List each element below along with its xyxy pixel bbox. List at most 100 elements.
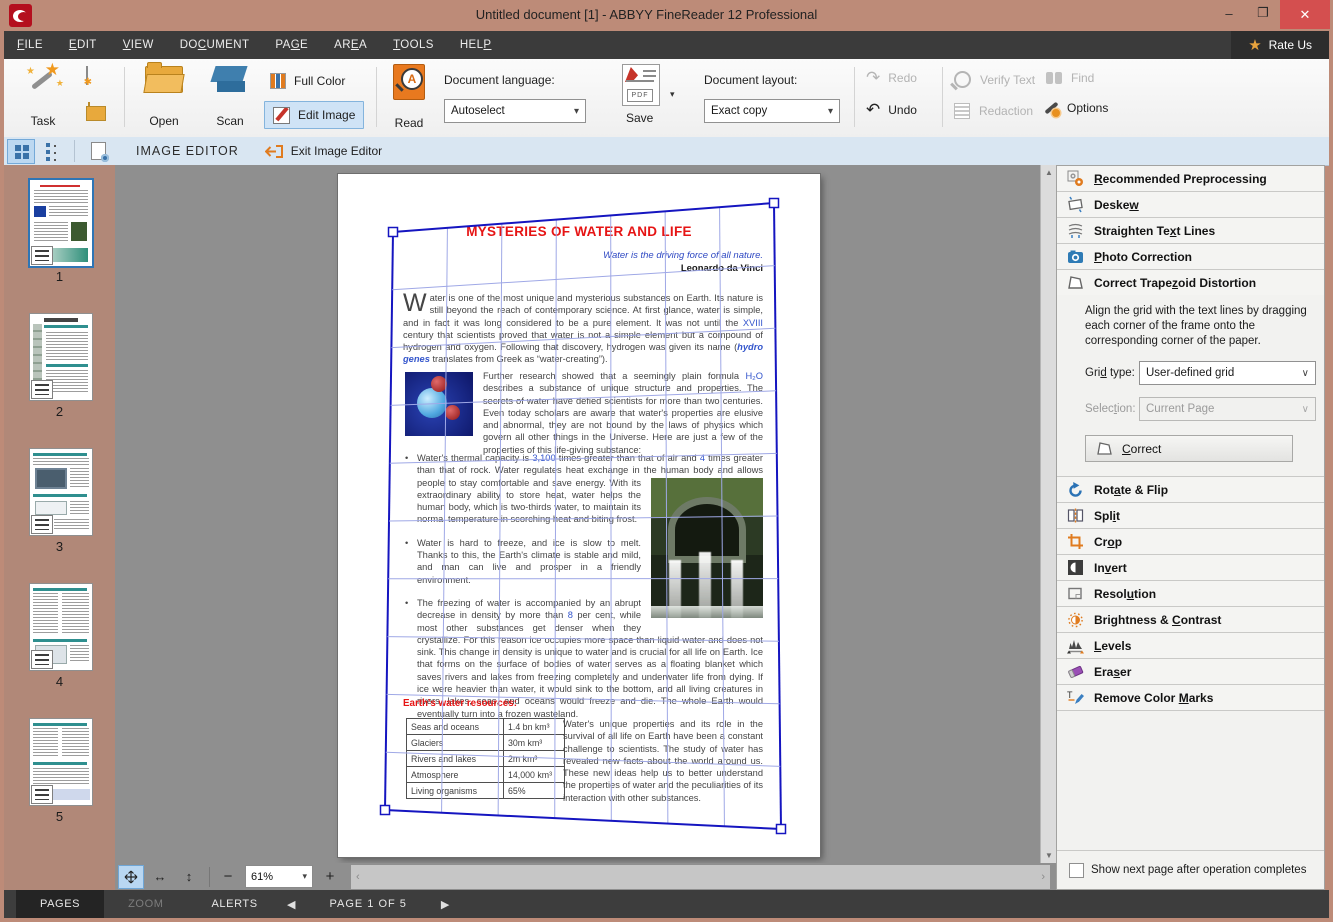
tool-correct-trapezoid-distortion[interactable]: Correct Trapezoid Distortion — [1057, 270, 1324, 295]
fit-page-button[interactable] — [118, 865, 144, 889]
fit-width-icon: ↔ — [154, 869, 167, 884]
grid-type-select[interactable]: User-defined grid ∨ — [1139, 361, 1316, 385]
tool-rotate-flip[interactable]: Rotate & Flip — [1057, 477, 1324, 503]
scroll-right-icon[interactable]: › — [1041, 871, 1045, 883]
detail-view-button[interactable] — [38, 139, 66, 164]
tool-invert[interactable]: Invert — [1057, 555, 1324, 581]
abbyy-logo-icon — [9, 4, 32, 27]
zoom-level-value: 61% — [251, 871, 273, 883]
page-properties-button[interactable] — [84, 139, 112, 164]
thumbnail-view-button[interactable] — [7, 139, 35, 164]
new-page-button[interactable] — [86, 67, 88, 85]
menu-help[interactable]: HELP — [447, 31, 505, 59]
svg-text:T: T — [1067, 690, 1073, 700]
split-icon — [1066, 507, 1084, 525]
tool-deskew[interactable]: Deskew — [1057, 192, 1324, 218]
menu-edit[interactable]: EDIT — [56, 31, 110, 59]
show-next-page-label: Show next page after operation completes — [1091, 864, 1306, 876]
full-color-button[interactable]: Full Color — [264, 69, 351, 93]
tool-resolution[interactable]: Resolution — [1057, 581, 1324, 607]
tab-pages[interactable]: PAGES — [16, 890, 104, 918]
save-dropdown-arrow[interactable]: ▾ — [670, 89, 675, 100]
document-horizontal-scrollbar[interactable]: ‹ › — [351, 865, 1050, 889]
grid-corner-handle[interactable] — [770, 199, 779, 208]
grid-corner-handle[interactable] — [777, 825, 786, 834]
document-vertical-scrollbar[interactable]: ▲ ▼ — [1040, 165, 1057, 863]
show-next-page-option[interactable]: Show next page after operation completes — [1057, 850, 1324, 889]
maximize-button[interactable]: ❐ — [1246, 0, 1280, 26]
redaction-button[interactable]: Redaction — [954, 103, 1033, 119]
undo-button[interactable]: ↶ Undo — [866, 101, 917, 118]
tool-remove-color-marks[interactable]: T Remove Color Marks — [1057, 685, 1324, 711]
zoom-level-select[interactable]: 61% ▾ — [245, 865, 313, 888]
tab-alerts[interactable]: ALERTS — [188, 890, 282, 918]
tool-recommended-preprocessing[interactable]: Recommended Preprocessing — [1057, 166, 1324, 192]
redo-button[interactable]: ↷ Redo — [866, 69, 917, 86]
menu-document[interactable]: DOCUMENT — [167, 31, 263, 59]
image-editor-tools-panel: Recommended Preprocessing Deskew Straigh… — [1056, 165, 1325, 890]
zoom-in-button[interactable]: + — [319, 866, 341, 888]
minimize-button[interactable]: – — [1212, 0, 1246, 26]
fit-height-button[interactable]: ↕ — [176, 865, 202, 889]
page-gear-icon — [91, 142, 106, 160]
menu-page[interactable]: PAGE — [262, 31, 321, 59]
read-button[interactable]: A Read — [386, 64, 432, 130]
rate-us-button[interactable]: ★ Rate Us — [1231, 31, 1329, 59]
open-folder-icon — [145, 66, 183, 93]
tool-levels[interactable]: Levels — [1057, 633, 1324, 659]
tool-eraser[interactable]: Eraser — [1057, 659, 1324, 685]
table-row: Glaciers30m km³ — [407, 735, 565, 751]
selection-label: Selection: — [1085, 403, 1139, 415]
read-icon: A — [393, 64, 425, 100]
correct-button[interactable]: Correct — [1085, 435, 1293, 462]
zoom-out-button[interactable]: − — [217, 866, 239, 888]
menu-tools[interactable]: TOOLS — [380, 31, 447, 59]
save-button[interactable]: PDF — [622, 64, 660, 106]
scroll-left-icon[interactable]: ‹ — [356, 871, 360, 883]
levels-histogram-icon — [1066, 637, 1084, 655]
page-thumbnail-5[interactable] — [29, 718, 93, 806]
rate-us-label: Rate Us — [1269, 38, 1312, 52]
scroll-down-icon[interactable]: ▼ — [1041, 851, 1057, 860]
fit-width-button[interactable]: ↔ — [147, 865, 173, 889]
page-number: 5 — [4, 809, 115, 824]
tool-crop[interactable]: Crop — [1057, 529, 1324, 555]
verify-text-icon — [954, 71, 971, 88]
exit-image-editor-button[interactable]: Exit Image Editor — [265, 144, 382, 159]
scan-button[interactable]: Scan — [202, 66, 258, 128]
options-button[interactable]: Options — [1042, 99, 1108, 117]
page-thumbnail-1[interactable] — [28, 178, 94, 268]
menu-view[interactable]: VIEW — [110, 31, 167, 59]
toolbar-separator — [376, 67, 377, 127]
verify-text-button[interactable]: Verify Text — [954, 71, 1035, 88]
menu-area[interactable]: AREA — [321, 31, 380, 59]
close-button[interactable]: ✕ — [1280, 0, 1330, 29]
tab-zoom[interactable]: ZOOM — [104, 890, 187, 918]
next-page-icon[interactable]: ▶ — [441, 898, 449, 911]
page-thumbnail-4[interactable] — [29, 583, 93, 671]
page-status-icon — [31, 380, 53, 399]
previous-page-icon[interactable]: ◀ — [287, 898, 295, 911]
exit-image-editor-label: Exit Image Editor — [291, 144, 382, 158]
scanner-icon — [211, 66, 249, 96]
find-button[interactable]: Find — [1046, 71, 1094, 85]
grid-corner-handle[interactable] — [381, 806, 390, 815]
scroll-up-icon[interactable]: ▲ — [1041, 168, 1057, 177]
brightness-contrast-icon — [1066, 611, 1084, 629]
edit-image-button[interactable]: Edit Image — [264, 101, 364, 129]
menu-file[interactable]: FILE — [4, 31, 56, 59]
show-next-page-checkbox[interactable] — [1069, 863, 1084, 878]
page-thumbnail-3[interactable] — [29, 448, 93, 536]
bullet-item-1: Water's thermal capacity is 3,100 times … — [403, 452, 763, 526]
invert-icon — [1066, 559, 1084, 577]
open-button[interactable]: Open — [136, 66, 192, 128]
tool-split[interactable]: Split — [1057, 503, 1324, 529]
tool-straighten-text-lines[interactable]: Straighten Text Lines — [1057, 218, 1324, 244]
document-language-select[interactable]: Autoselect ▾ — [444, 99, 586, 123]
add-pages-button[interactable] — [88, 103, 90, 121]
tool-brightness-contrast[interactable]: Brightness & Contrast — [1057, 607, 1324, 633]
document-layout-select[interactable]: Exact copy ▾ — [704, 99, 840, 123]
task-button[interactable]: ★★★ Task — [16, 66, 70, 128]
tool-photo-correction[interactable]: Photo Correction — [1057, 244, 1324, 270]
page-thumbnail-2[interactable] — [29, 313, 93, 401]
